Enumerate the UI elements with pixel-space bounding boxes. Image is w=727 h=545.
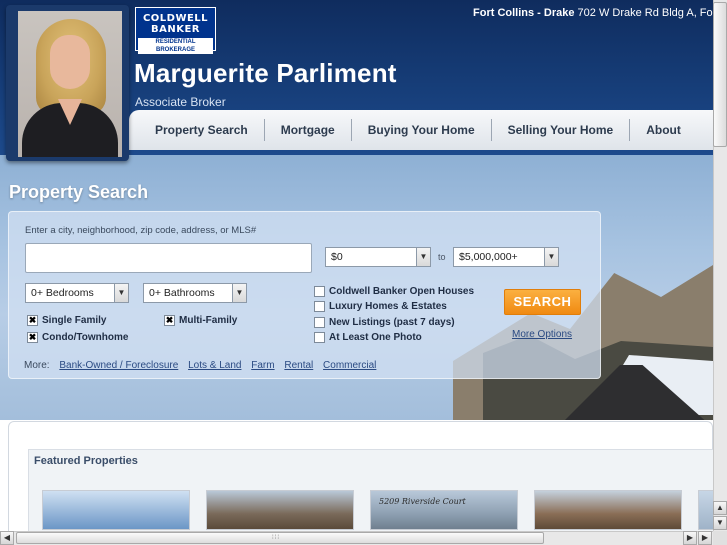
agent-title: Associate Broker [135,95,226,109]
scroll-left-button[interactable]: ◀ [0,531,14,545]
link-rental[interactable]: Rental [284,360,313,371]
location-label: Enter a city, neighborhood, zip code, ad… [25,225,257,236]
agent-photo-frame [6,5,129,161]
office-address: 702 W Drake Rd Bldg A, Fo [577,7,713,19]
featured-property-thumbnail[interactable]: 5209 Riverside Court [370,490,518,530]
max-price-select[interactable]: $5,000,000+ ▼ [453,247,559,267]
link-commercial[interactable]: Commercial [323,360,376,371]
featured-property-thumbnail[interactable] [42,490,190,530]
new-listings-checkbox[interactable]: New Listings (past 7 days) [314,317,455,328]
chevron-down-icon: ▼ [544,248,558,266]
checked-icon: ✖ [27,315,38,326]
nav-buying-your-home[interactable]: Buying Your Home [352,119,492,141]
condo-townhome-checkbox[interactable]: ✖ Condo/Townhome [27,332,128,343]
luxury-homes-checkbox[interactable]: Luxury Homes & Estates [314,301,447,312]
location-input[interactable] [25,243,312,273]
nav-about[interactable]: About [630,119,697,141]
price-to-label: to [438,252,446,262]
link-farm[interactable]: Farm [251,360,274,371]
scroll-right-end-button[interactable]: ▶ [698,531,712,545]
chevron-down-icon: ▼ [232,284,246,302]
coldwell-banker-logo[interactable]: COLDWELL BANKER RESIDENTIAL BROKERAGE [135,7,216,54]
vertical-scroll-thumb[interactable] [713,2,727,147]
office-info: Fort Collins - Drake 702 W Drake Rd Bldg… [473,7,713,19]
checked-icon: ✖ [27,332,38,343]
chevron-down-icon: ▼ [416,248,430,266]
thumbnail-caption: 5209 Riverside Court [379,497,466,506]
search-button[interactable]: SEARCH [504,289,581,315]
checked-icon: ✖ [164,315,175,326]
nav-property-search[interactable]: Property Search [139,119,265,141]
at-least-one-photo-checkbox[interactable]: At Least One Photo [314,332,422,343]
grip-icon: ⁞⁞⁞ [272,535,281,541]
main-nav: Property Search Mortgage Buying Your Hom… [129,110,713,150]
bedrooms-select[interactable]: 0+ Bedrooms ▼ [25,283,129,303]
scroll-right-button[interactable]: ▶ [683,531,697,545]
featured-properties-title: Featured Properties [34,455,138,467]
search-panel: Enter a city, neighborhood, zip code, ad… [8,211,601,379]
nav-selling-your-home[interactable]: Selling Your Home [492,119,631,141]
bathrooms-select[interactable]: 0+ Bathrooms ▼ [143,283,247,303]
featured-property-thumbnail[interactable] [206,490,354,530]
open-houses-checkbox[interactable]: Coldwell Banker Open Houses [314,286,474,297]
link-lots-land[interactable]: Lots & Land [188,360,241,371]
link-bank-owned[interactable]: Bank-Owned / Foreclosure [59,360,178,371]
single-family-checkbox[interactable]: ✖ Single Family [27,315,106,326]
office-name: Fort Collins - Drake [473,7,575,19]
more-links: More: Bank-Owned / Foreclosure Lots & La… [24,360,376,371]
chevron-down-icon: ▼ [114,284,128,302]
scroll-up-button[interactable]: ▲ [713,501,727,515]
more-label: More: [24,360,50,371]
min-price-select[interactable]: $0 ▼ [325,247,431,267]
agent-photo [18,11,122,157]
property-search-title: Property Search [9,182,149,202]
scroll-down-button[interactable]: ▼ [713,516,727,530]
featured-property-thumbnail[interactable] [534,490,682,530]
agent-name: Marguerite Parliment [134,58,397,88]
nav-mortgage[interactable]: Mortgage [265,119,352,141]
more-options-link[interactable]: More Options [512,329,572,340]
scrollbar-corner [713,531,727,545]
multi-family-checkbox[interactable]: ✖ Multi-Family [164,315,237,326]
